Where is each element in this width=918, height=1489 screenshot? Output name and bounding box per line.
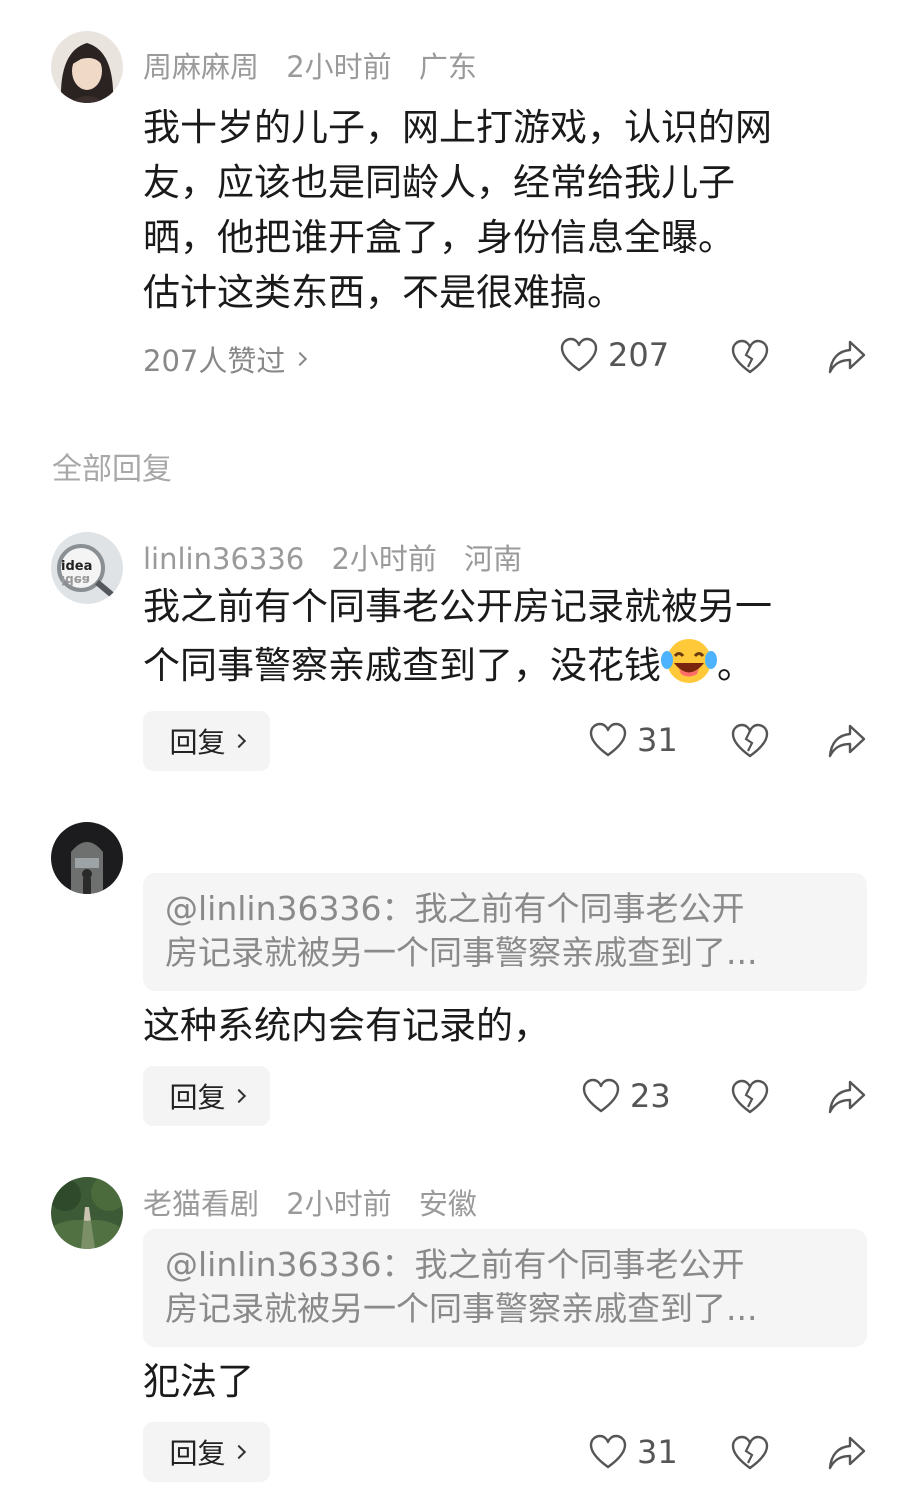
text-line: 个同事警察亲戚查到了，没花钱 。 [143, 636, 772, 695]
section-label-all-replies: 全部回复 [52, 452, 172, 487]
heart-icon [582, 1078, 620, 1113]
quoted-reply[interactable]: @linlin36336：我之前有个同事老公开 房记录就被另一个同事警察亲戚查到… [143, 873, 867, 991]
avatar-main[interactable] [51, 31, 123, 103]
like-button[interactable]: 207 [560, 336, 669, 374]
likers-label: 207人赞过 [143, 344, 286, 378]
text-line: 晒，他把谁开盒了，身份信息全曝。 [143, 216, 735, 259]
text-line: 我之前有个同事老公开房记录就被另一 [143, 585, 772, 628]
likers-link[interactable]: 207人赞过 [143, 338, 308, 380]
text-line: 估计这类东西，不是很难搞。 [143, 271, 624, 314]
chevron-right-icon [293, 351, 308, 367]
share-icon[interactable] [828, 723, 866, 759]
timestamp: 2小时前 [286, 1187, 392, 1221]
like-count: 31 [637, 721, 678, 759]
reply-3-text: 犯法了 [143, 1360, 254, 1403]
text-line: 我十岁的儿子，网上打游戏，认识的网 [143, 106, 772, 149]
timestamp: 2小时前 [331, 542, 437, 576]
reply-3-meta: 老猫看剧 2小时前 安徽 [143, 1181, 495, 1223]
reply-label: 回复 [169, 726, 226, 759]
chevron-right-icon [231, 1088, 246, 1104]
broken-heart-icon[interactable] [731, 1435, 769, 1471]
svg-text:idea: idea [61, 573, 90, 587]
share-icon[interactable] [828, 339, 866, 375]
author-name[interactable]: linlin36336 [143, 542, 304, 576]
share-icon[interactable] [828, 1435, 866, 1471]
reply-button[interactable]: 回复 [143, 1422, 270, 1482]
broken-heart-icon[interactable] [731, 339, 769, 375]
reply-1-meta: linlin36336 2小时前 河南 [143, 536, 540, 578]
location: 河南 [464, 542, 523, 576]
heart-icon [589, 1434, 627, 1469]
avatar-reply-3[interactable] [51, 1177, 123, 1249]
location: 广东 [418, 50, 477, 84]
author-name[interactable]: 老猫看剧 [143, 1187, 259, 1221]
like-count: 23 [630, 1077, 671, 1115]
author-name[interactable]: 周麻麻周 [143, 50, 259, 84]
quote-line: @linlin36336：我之前有个同事老公开 [165, 889, 745, 928]
text-line-content: 个同事警察亲戚查到了，没花钱 [143, 644, 661, 687]
like-button[interactable]: 31 [589, 721, 678, 759]
like-button[interactable]: 23 [582, 1077, 671, 1115]
location: 安徽 [418, 1187, 477, 1221]
like-count: 207 [608, 336, 670, 374]
broken-heart-icon[interactable] [731, 1079, 769, 1115]
text-line-end: 。 [717, 644, 754, 687]
timestamp: 2小时前 [286, 50, 392, 84]
like-count: 31 [637, 1433, 678, 1471]
reply-label: 回复 [169, 1081, 226, 1114]
broken-heart-icon[interactable] [731, 723, 769, 759]
reply-button[interactable]: 回复 [143, 711, 270, 771]
main-comment-meta: 周麻麻周 2小时前 广东 [143, 44, 495, 86]
reply-button[interactable]: 回复 [143, 1066, 270, 1126]
svg-text:idea: idea [61, 559, 92, 574]
quoted-reply[interactable]: @linlin36336：我之前有个同事老公开 房记录就被另一个同事警察亲戚查到… [143, 1229, 867, 1347]
laughing-tears-emoji [661, 639, 717, 683]
quote-line: 房记录就被另一个同事警察亲戚查到了... [165, 933, 758, 972]
quote-line: 房记录就被另一个同事警察亲戚查到了... [165, 1289, 758, 1328]
quote-line: @linlin36336：我之前有个同事老公开 [165, 1245, 745, 1284]
avatar-reply-2[interactable] [51, 822, 123, 894]
avatar-reply-1[interactable]: idea idea [51, 532, 123, 604]
heart-icon [589, 722, 627, 757]
main-comment-text: 我十岁的儿子，网上打游戏，认识的网 友，应该也是同龄人，经常给我儿子 晒，他把谁… [143, 100, 772, 320]
text-line: 友，应该也是同龄人，经常给我儿子 [143, 161, 735, 204]
reply-2-text: 这种系统内会有记录的， [143, 1004, 550, 1047]
reply-label: 回复 [169, 1437, 226, 1470]
reply-1-text: 我之前有个同事老公开房记录就被另一 个同事警察亲戚查到了，没花钱 。 [143, 578, 772, 695]
share-icon[interactable] [828, 1079, 866, 1115]
chevron-right-icon [231, 733, 246, 749]
heart-icon [560, 337, 598, 372]
chevron-right-icon [231, 1444, 246, 1460]
like-button[interactable]: 31 [589, 1433, 678, 1471]
